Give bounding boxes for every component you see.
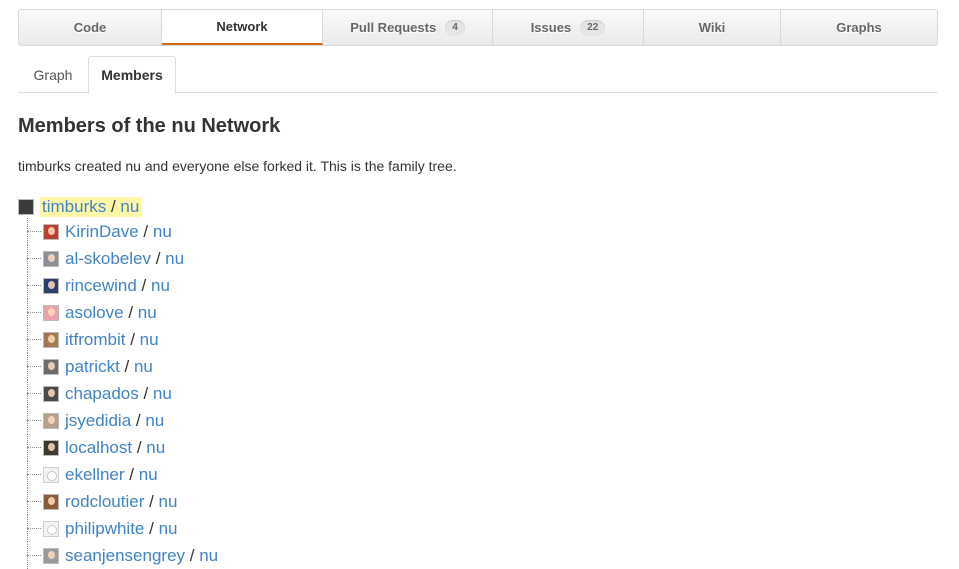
member-repo-link[interactable]: nu (199, 546, 218, 566)
member-user-link[interactable]: itfrombit (65, 330, 125, 350)
subtab-graph[interactable]: Graph (18, 56, 88, 93)
path-separator: / (131, 410, 146, 430)
member-repo-link[interactable]: nu (159, 492, 178, 512)
member-user-link[interactable]: chapados (65, 384, 139, 404)
member-row: patrickt / nu (18, 353, 618, 380)
repo-page: Code Network Pull Requests 4 Issues 22 Wik… (18, 9, 938, 569)
path-separator: / (144, 491, 159, 511)
member-user-link[interactable]: jsyedidia (65, 411, 131, 431)
member-list: KirinDave / nu al-skobelev / nu rincewin… (18, 218, 618, 569)
avatar (43, 358, 59, 375)
member-repo-link[interactable]: nu (159, 519, 178, 539)
pull-requests-count-badge: 4 (445, 19, 465, 36)
member-repo-link[interactable]: nu (145, 411, 164, 431)
member-repo-link[interactable]: nu (153, 222, 172, 242)
member-repo-link[interactable]: nu (153, 384, 172, 404)
member-user-link[interactable]: localhost (65, 438, 132, 458)
page-title: Members of the nu Network (18, 115, 281, 137)
member-user-link[interactable]: patrickt (65, 357, 120, 377)
member-row: KirinDave / nu (18, 218, 618, 245)
tab-code-label: Code (73, 20, 107, 35)
repo-tabs: Code Network Pull Requests 4 Issues 22 Wik… (18, 9, 938, 46)
avatar (43, 250, 59, 267)
member-repo-link[interactable]: nu (151, 276, 170, 296)
tab-wiki[interactable]: Wiki (644, 10, 781, 45)
avatar (43, 304, 59, 321)
avatar (43, 520, 59, 537)
root-user-link[interactable]: timburks (42, 197, 106, 216)
avatar (43, 439, 59, 456)
member-repo-link[interactable]: nu (138, 303, 157, 323)
tab-graphs[interactable]: Graphs (781, 10, 937, 45)
tab-pull-requests[interactable]: Pull Requests 4 (323, 10, 493, 45)
network-subtabs: Graph Members (18, 56, 938, 94)
root-avatar (18, 199, 34, 215)
avatar (43, 547, 59, 564)
member-row: localhost / nu (18, 434, 618, 461)
tab-wiki-label: Wiki (698, 20, 726, 35)
member-user-link[interactable]: rincewind (65, 276, 137, 296)
path-separator: / (144, 518, 159, 538)
path-separator: / (119, 356, 134, 376)
root-member: timburks / nu (18, 196, 618, 218)
member-user-link[interactable]: seanjensengrey (65, 546, 185, 566)
avatar (43, 277, 59, 294)
member-tree: timburks / nu KirinDave / nu al-skobelev… (18, 196, 618, 569)
tab-network-label: Network (216, 19, 268, 34)
member-repo-link[interactable]: nu (134, 357, 153, 377)
member-user-link[interactable]: KirinDave (65, 222, 139, 242)
avatar (43, 331, 59, 348)
tab-pull-requests-label: Pull Requests (350, 20, 437, 35)
member-row: itfrombit / nu (18, 326, 618, 353)
tab-code[interactable]: Code (19, 10, 162, 45)
member-row: rincewind / nu (18, 272, 618, 299)
tab-network[interactable]: Network (162, 10, 323, 45)
member-row: philipwhite / nu (18, 515, 618, 542)
path-separator: / (151, 248, 166, 268)
member-row: ekellner / nu (18, 461, 618, 488)
path-separator: / (138, 383, 153, 403)
member-user-link[interactable]: rodcloutier (65, 492, 144, 512)
member-repo-link[interactable]: nu (165, 249, 184, 269)
tab-issues-label: Issues (530, 20, 572, 35)
avatar (43, 223, 59, 240)
member-row: seanjensengrey / nu (18, 542, 618, 569)
avatar (43, 412, 59, 429)
issues-count-badge: 22 (580, 19, 606, 36)
path-separator: / (138, 221, 153, 241)
path-separator: / (185, 545, 200, 565)
subtab-members[interactable]: Members (88, 56, 176, 94)
path-separator: / (125, 329, 140, 349)
avatar (43, 466, 59, 483)
path-separator: / (124, 464, 139, 484)
member-user-link[interactable]: asolove (65, 303, 124, 323)
tab-graphs-label: Graphs (836, 20, 882, 35)
avatar (43, 385, 59, 402)
member-user-link[interactable]: ekellner (65, 465, 125, 485)
avatar (43, 493, 59, 510)
path-separator: / (132, 437, 147, 457)
root-repo-link[interactable]: nu (120, 197, 139, 216)
member-user-link[interactable]: al-skobelev (65, 249, 151, 269)
member-user-link[interactable]: philipwhite (65, 519, 144, 539)
member-repo-link[interactable]: nu (139, 465, 158, 485)
member-row: jsyedidia / nu (18, 407, 618, 434)
member-repo-link[interactable]: nu (146, 438, 165, 458)
root-separator: / (106, 197, 121, 216)
member-row: al-skobelev / nu (18, 245, 618, 272)
member-row: chapados / nu (18, 380, 618, 407)
path-separator: / (136, 275, 151, 295)
root-highlight: timburks / nu (40, 197, 142, 217)
member-row: asolove / nu (18, 299, 618, 326)
page-description: timburks created nu and everyone else fo… (18, 158, 457, 174)
tab-issues[interactable]: Issues 22 (493, 10, 644, 45)
member-row: rodcloutier / nu (18, 488, 618, 515)
member-repo-link[interactable]: nu (140, 330, 159, 350)
path-separator: / (123, 302, 138, 322)
